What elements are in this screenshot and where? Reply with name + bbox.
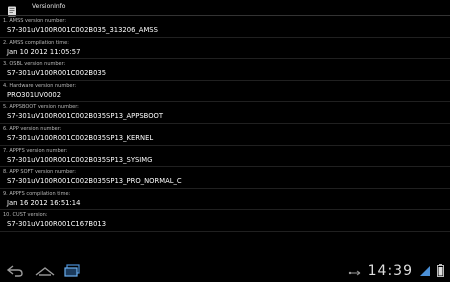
item-value: S7-301uV100R001C002B035_313206_AMSS	[7, 26, 158, 34]
item-value: S7-301uV100R001C002B035SP13_APPSBOOT	[7, 112, 164, 121]
recent-apps-icon	[64, 264, 80, 277]
list-item: 4. Hardware version number: PRO301UV0002	[0, 81, 450, 103]
home-icon	[35, 267, 55, 276]
list-item: 9. APPFS compilation time: Jan 16 2012 1…	[0, 189, 450, 211]
version-list: 1. AMSS version number: S7-301uV100R001C…	[0, 16, 450, 232]
back-button[interactable]	[6, 263, 24, 279]
app-icon	[7, 2, 18, 17]
item-value: S7-301uV100R001C002B035SP13_SYSIMG	[7, 155, 153, 164]
battery-icon	[437, 262, 444, 281]
clock: 14:39	[367, 263, 413, 279]
list-item: 7. APPFS version number: S7-301uV100R001…	[0, 146, 450, 168]
list-item: 2. AMSS compilation time: Jan 10 2012 11…	[0, 38, 450, 60]
list-item: 1. AMSS version number: S7-301uV100R001C…	[0, 16, 450, 38]
item-label: 1. AMSS version number:	[3, 18, 67, 24]
item-value: PRO301UV0002	[7, 90, 62, 99]
status-area[interactable]: 14:39	[348, 262, 444, 280]
item-label: 6. APP version number:	[3, 125, 62, 132]
item-label: 3. OSBL version number:	[3, 61, 66, 68]
list-item: 8. APP SOFT version number: S7-301uV100R…	[0, 167, 450, 189]
list-item: 10. CUST version: S7-301uV100R001C167B01…	[0, 210, 450, 232]
back-icon	[6, 265, 23, 277]
recent-apps-button[interactable]	[62, 263, 82, 279]
item-label: 9. APPFS compilation time:	[3, 190, 71, 197]
item-value: S7-301uV100R001C002B035SP13_KERNEL	[7, 133, 154, 142]
item-value: Jan 10 2012 11:05:57	[7, 47, 81, 56]
item-value: S7-301uV100R001C002B035SP13_PRO_NORMAL_C	[7, 177, 182, 186]
item-label: 8. APP SOFT version number:	[3, 169, 76, 176]
item-label: 4. Hardware version number:	[3, 82, 77, 89]
item-label: 2. AMSS compilation time:	[3, 39, 69, 46]
item-value: S7-301uV100R001C002B035	[7, 69, 107, 78]
home-button[interactable]	[34, 263, 56, 279]
item-label: 5. APPSBOOT version number:	[3, 104, 79, 111]
list-item: 6. APP version number: S7-301uV100R001C0…	[0, 124, 450, 146]
item-label: 10. CUST version:	[3, 212, 48, 219]
app-title: VersionInfo	[32, 3, 66, 10]
list-item: 5. APPSBOOT version number: S7-301uV100R…	[0, 102, 450, 124]
usb-icon	[348, 262, 362, 281]
title-bar: VersionInfo	[0, 0, 450, 17]
item-label: 7. APPFS version number:	[3, 147, 68, 154]
item-value: Jan 16 2012 16:51:14	[7, 198, 81, 207]
list-item: 3. OSBL version number: S7-301uV100R001C…	[0, 59, 450, 81]
signal-icon	[419, 262, 431, 281]
item-value: S7-301uV100R001C167B013	[7, 220, 107, 229]
